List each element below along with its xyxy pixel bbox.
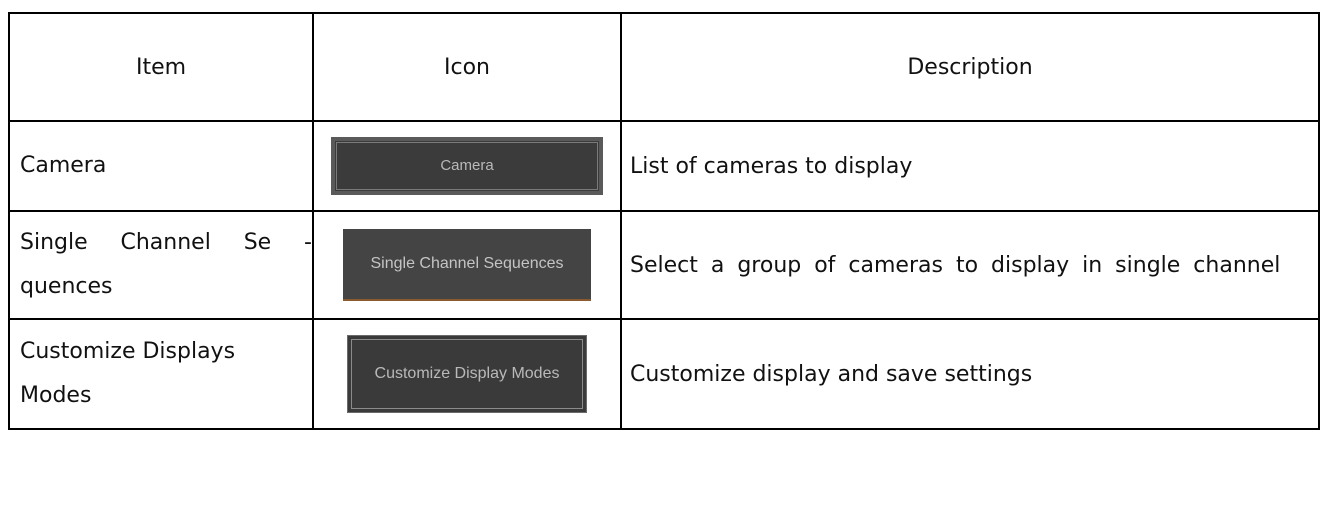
item-cell: Single Channel Se - quences [8, 210, 314, 320]
icon-cell: Customize Display Modes [312, 318, 622, 430]
customize-display-modes-button-icon[interactable]: Customize Display Modes [347, 335, 587, 413]
table-header-row: Item Icon Description [8, 12, 1320, 122]
icon-cell: Camera [312, 120, 622, 212]
description-cell: List of cameras to display [620, 120, 1320, 212]
column-header-description: Description [620, 12, 1320, 122]
icon-cell: Single Channel Sequences [312, 210, 622, 320]
item-name-line1: Customize Displays [20, 339, 236, 364]
table-row: Customize Displays Modes Customize Displ… [8, 318, 1320, 430]
item-cell: Camera [8, 120, 314, 212]
table-row: Single Channel Se - quences Single Chann… [8, 210, 1320, 320]
item-name-line1: Single Channel Se - [20, 230, 312, 255]
column-header-icon: Icon [312, 12, 622, 122]
single-channel-sequences-button-icon[interactable]: Single Channel Sequences [343, 229, 591, 301]
description-cell: Select a group of cameras to display in … [620, 210, 1320, 320]
camera-button-icon[interactable]: Camera [331, 137, 603, 195]
table-row: Camera Camera List of cameras to display [8, 120, 1320, 212]
item-cell: Customize Displays Modes [8, 318, 314, 430]
item-name-line2: quences [20, 274, 113, 299]
column-header-item: Item [8, 12, 314, 122]
description-cell: Customize display and save settings [620, 318, 1320, 430]
item-name: Camera [20, 153, 107, 178]
item-name-line2: Modes [20, 383, 92, 408]
feature-table: Item Icon Description Camera Camera List… [8, 12, 1320, 430]
